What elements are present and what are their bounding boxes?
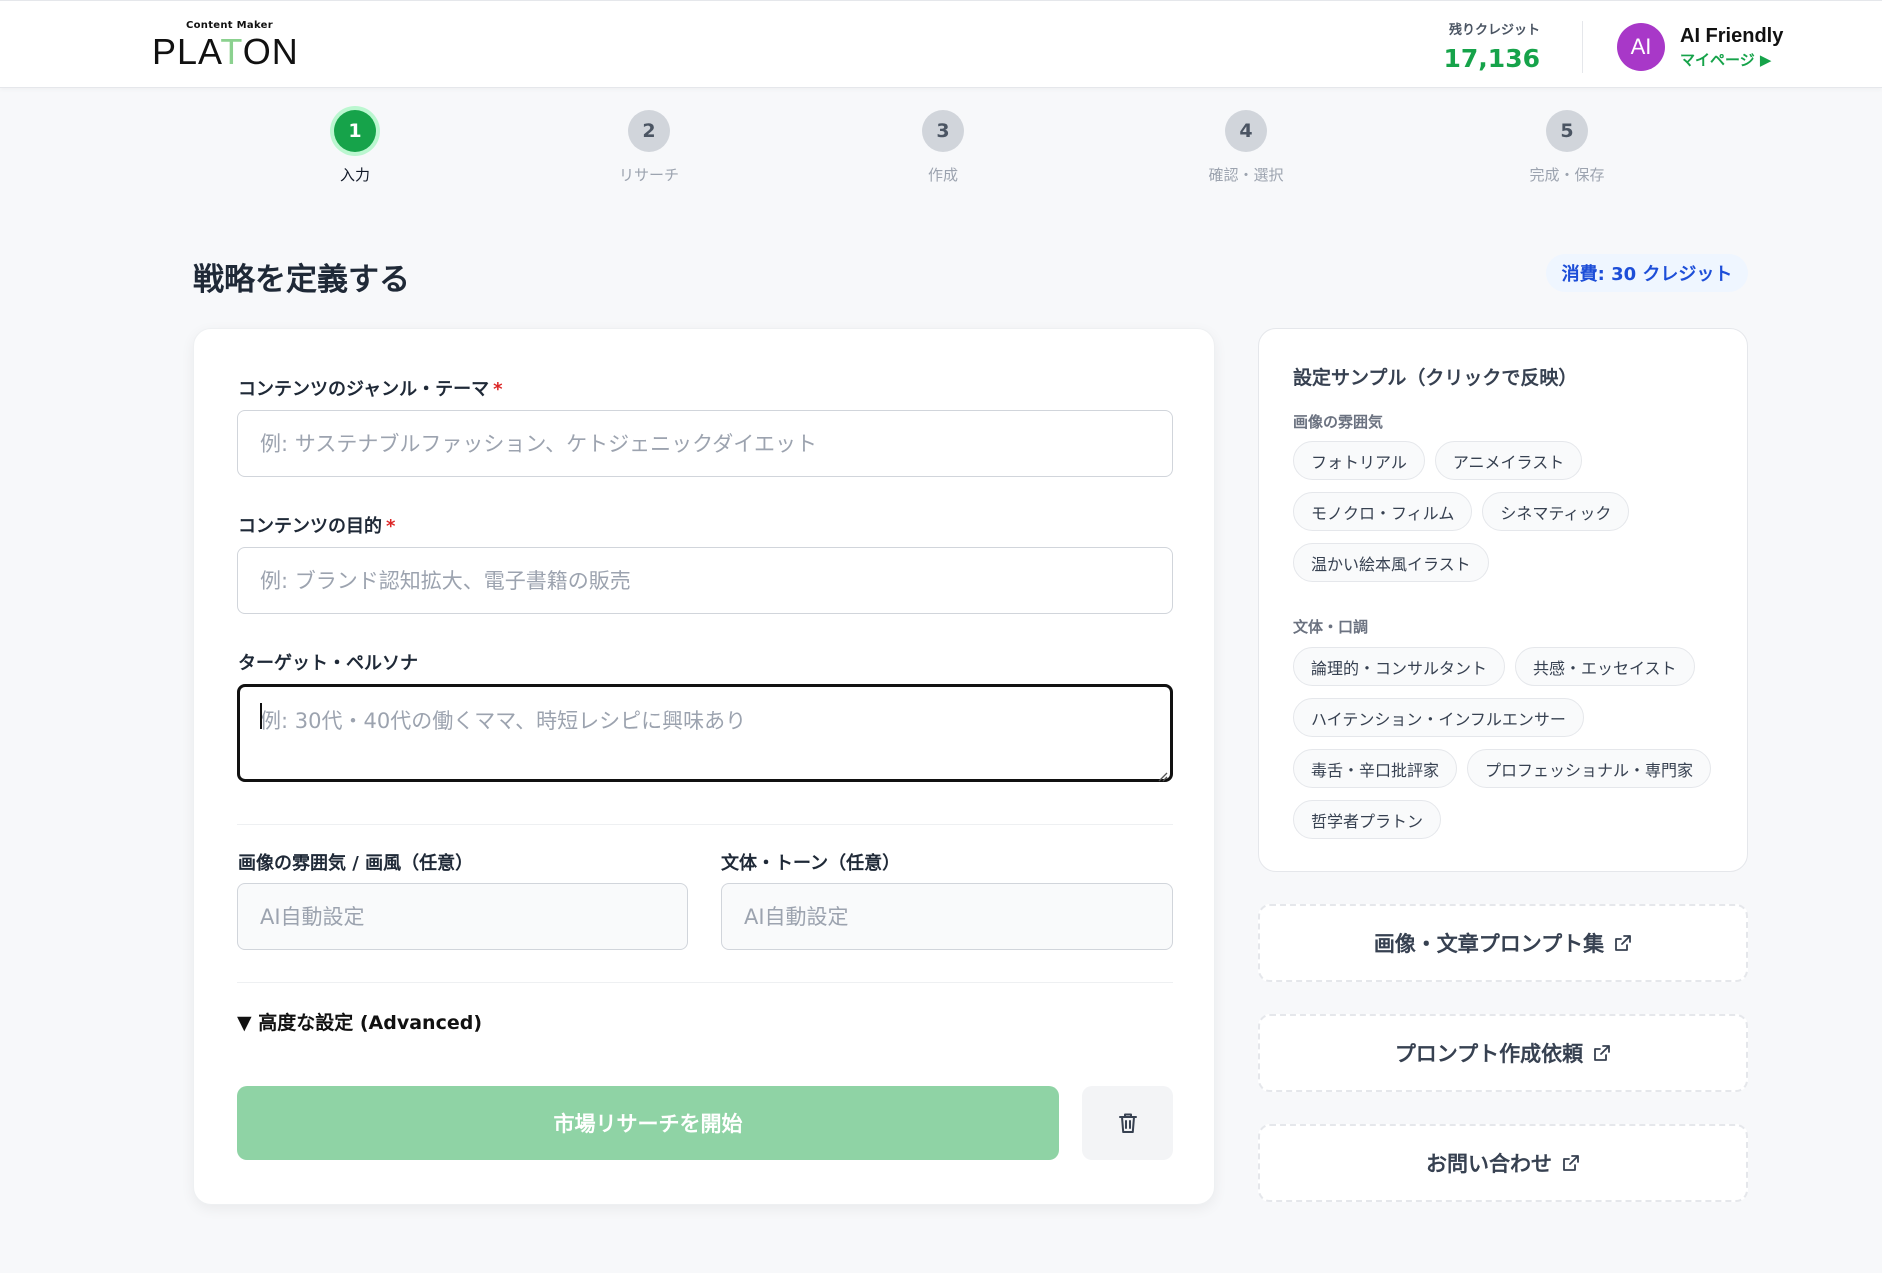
header-divider: [1582, 21, 1583, 73]
step-3: 3 作成: [873, 110, 1013, 185]
logo-tagline: Content Maker: [186, 20, 273, 31]
contact-link[interactable]: お問い合わせ: [1258, 1124, 1748, 1202]
trash-icon: [1118, 1113, 1137, 1133]
sample-chip[interactable]: 論理的・コンサルタント: [1293, 647, 1506, 686]
sample-chip[interactable]: ハイテンション・インフルエンサー: [1293, 698, 1584, 737]
prompt-request-link[interactable]: プロンプト作成依頼: [1258, 1014, 1748, 1092]
sample-chip[interactable]: 共感・エッセイスト: [1515, 647, 1695, 686]
image-chip-list: フォトリアル アニメイラスト モノクロ・フィルム シネマティック 温かい絵本風イ…: [1293, 441, 1723, 582]
purpose-label: コンテンツの目的 *: [238, 516, 396, 537]
page-title: 戦略を定義する: [193, 262, 410, 298]
tone-chip-list: 論理的・コンサルタント 共感・エッセイスト ハイテンション・インフルエンサー 毒…: [1293, 647, 1723, 839]
persona-textarea[interactable]: [237, 684, 1173, 782]
tone-input[interactable]: [721, 883, 1173, 950]
external-link-icon: [1563, 1155, 1579, 1171]
theme-input[interactable]: [237, 410, 1173, 477]
sample-chip[interactable]: プロフェッショナル・専門家: [1467, 749, 1712, 788]
advanced-settings-toggle[interactable]: ▼ 高度な設定 (Advanced): [237, 1008, 482, 1035]
step-label: 作成: [927, 166, 958, 184]
external-link-icon: [1615, 935, 1632, 951]
image-style-input[interactable]: [237, 883, 688, 950]
theme-label: コンテンツのジャンル・テーマ *: [238, 379, 503, 400]
prompt-collection-link[interactable]: 画像・文章プロンプト集: [1258, 904, 1748, 982]
section-divider: [237, 824, 1173, 825]
sample-chip[interactable]: 哲学者プラトン: [1293, 800, 1442, 839]
resize-handle-icon[interactable]: [1156, 770, 1168, 782]
sample-chip[interactable]: モノクロ・フィルム: [1293, 492, 1473, 531]
start-research-button[interactable]: 市場リサーチを開始: [237, 1086, 1059, 1160]
sample-chip[interactable]: 温かい絵本風イラスト: [1293, 543, 1489, 582]
step-4: 4 確認・選択: [1176, 110, 1316, 185]
credit-value: 17,136: [1443, 44, 1540, 73]
link-label: プロンプト作成依頼: [1394, 1042, 1584, 1066]
required-mark: *: [493, 379, 503, 400]
strategy-form-card: コンテンツのジャンル・テーマ* コンテンツの目的* ターゲット・ペルソナ 画像の…: [193, 328, 1215, 1205]
step-number: 4: [1225, 110, 1267, 152]
link-label: お問い合わせ: [1426, 1152, 1552, 1176]
step-label: 完成・保存: [1529, 166, 1605, 184]
clear-button[interactable]: [1082, 1086, 1173, 1160]
persona-label: ターゲット・ペルソナ: [238, 653, 418, 674]
cost-badge: 消費: 30 クレジット: [1546, 254, 1748, 292]
sample-chip[interactable]: 毒舌・辛口批評家: [1293, 749, 1458, 788]
tone-samples-label: 文体・口調: [1293, 618, 1369, 636]
section-divider: [237, 982, 1173, 983]
credit-balance: 残りクレジット 17,136: [1424, 19, 1540, 73]
credit-label: 残りクレジット: [1448, 23, 1540, 38]
avatar[interactable]: AI: [1617, 23, 1665, 71]
user-name[interactable]: AI Friendly: [1680, 25, 1783, 48]
samples-title: 設定サンプル（クリックで反映）: [1293, 367, 1578, 389]
required-mark: *: [386, 516, 396, 537]
step-2: 2 リサーチ: [579, 110, 719, 185]
purpose-input[interactable]: [237, 547, 1173, 614]
step-number: 5: [1546, 110, 1588, 152]
link-label: 画像・文章プロンプト集: [1373, 932, 1605, 956]
step-number: 3: [922, 110, 964, 152]
external-link-icon: [1594, 1045, 1611, 1061]
image-samples-label: 画像の雰囲気: [1293, 413, 1384, 431]
image-style-label: 画像の雰囲気 / 画風（任意）: [238, 853, 474, 874]
step-label: 確認・選択: [1208, 166, 1284, 184]
step-number: 1: [334, 110, 376, 152]
text-cursor: [260, 703, 262, 729]
platon-logo[interactable]: Content Maker PLATON: [152, 19, 302, 72]
step-label: リサーチ: [618, 166, 679, 184]
sample-chip[interactable]: フォトリアル: [1293, 441, 1425, 480]
step-number: 2: [628, 110, 670, 152]
logo-wordmark: PLATON: [152, 31, 299, 72]
step-1: 1 入力: [285, 110, 425, 185]
step-label: 入力: [339, 166, 370, 184]
top-header: Content Maker PLATON 残りクレジット 17,136 AI A…: [0, 0, 1882, 88]
sample-chip[interactable]: アニメイラスト: [1434, 441, 1583, 480]
mypage-link[interactable]: マイページ ▶: [1680, 49, 1771, 70]
step-5: 5 完成・保存: [1497, 110, 1637, 185]
sample-chip[interactable]: シネマティック: [1482, 492, 1630, 531]
settings-samples-panel: 設定サンプル（クリックで反映） 画像の雰囲気 フォトリアル アニメイラスト モノ…: [1258, 328, 1748, 872]
tone-label: 文体・トーン（任意）: [721, 853, 901, 874]
